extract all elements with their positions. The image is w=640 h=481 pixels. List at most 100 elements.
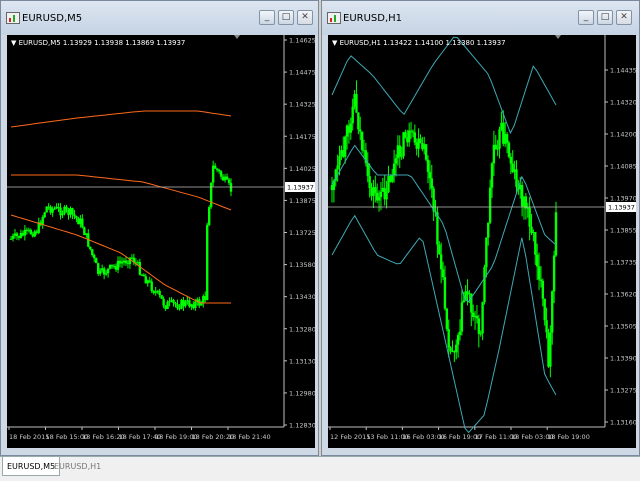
legend-text: EURUSD,M5 1.13929 1.13938 1.13869 1.1393…: [18, 39, 186, 47]
candle-body: [53, 208, 56, 210]
candle-body: [368, 176, 371, 189]
candle-body: [219, 171, 223, 177]
candle-body: [551, 291, 554, 333]
candle-body: [490, 163, 494, 188]
minimize-button[interactable]: _: [578, 10, 594, 25]
candle-body: [138, 262, 142, 275]
candle-body: [351, 106, 354, 124]
candle-body: [215, 168, 219, 170]
maximize-button[interactable]: □: [278, 10, 294, 25]
close-icon: ✕: [301, 12, 309, 22]
candle-body: [174, 302, 177, 305]
candle-body: [458, 331, 462, 336]
candle-body: [409, 130, 413, 132]
candle-body: [485, 237, 488, 268]
candle-body: [150, 281, 153, 291]
price-chart[interactable]: 1.14625 1.14475 1.14325 1.14175 1.14025 1.138…: [7, 35, 315, 448]
title-bar[interactable]: EURUSD,H1 _ □ ✕: [322, 1, 639, 35]
candle-body: [404, 132, 407, 138]
chart-window-eurusd-h1[interactable]: EURUSD,H1 _ □ ✕ 1.14435 1.14320 1.14200 1.1…: [321, 0, 640, 456]
window-title: EURUSD,H1: [343, 13, 403, 24]
price-label: 1.13275: [610, 387, 636, 395]
price-label: 1.13725: [289, 229, 315, 237]
candle-body: [98, 270, 102, 274]
candle-body: [545, 320, 548, 333]
maximize-icon: □: [281, 12, 291, 22]
minimize-icon: _: [583, 12, 589, 22]
price-chart[interactable]: 1.14435 1.14320 1.14200 1.14085 1.13970 1.138…: [328, 35, 636, 448]
candle-body: [515, 169, 518, 187]
price-label: 1.12830: [289, 422, 315, 430]
price-label: 1.14200: [610, 131, 636, 139]
candle-body: [374, 187, 377, 193]
candle-body: [456, 335, 460, 345]
candle-body: [392, 163, 396, 175]
candle-body: [43, 212, 46, 218]
price-label: 1.13855: [610, 227, 636, 235]
candle-body: [426, 159, 430, 172]
price-label: 1.13430: [289, 293, 315, 301]
price-label: 1.13160: [610, 419, 636, 427]
maximize-button[interactable]: □: [597, 10, 613, 25]
candle-body: [438, 244, 441, 255]
candle-body: [9, 238, 13, 240]
candle-body: [349, 123, 353, 133]
window-title: EURUSD,M5: [22, 13, 83, 24]
price-label: 1.13505: [610, 323, 636, 331]
candle-body: [15, 233, 19, 237]
candle-body: [75, 216, 78, 219]
candle-body: [207, 207, 211, 225]
candle-body: [443, 277, 447, 309]
candle-body: [447, 329, 450, 348]
candle-body: [89, 246, 92, 250]
time-label: 18 Feb 2015: [9, 433, 49, 441]
candle-body: [424, 144, 428, 160]
tab-eurusd-h1[interactable]: EURUSD,H1: [50, 457, 105, 476]
candle-body: [509, 156, 513, 164]
candle-body: [554, 212, 558, 256]
candle-body: [445, 308, 449, 330]
price-label: 1.13875: [289, 197, 315, 205]
price-label: 1.14025: [289, 165, 315, 173]
candle-body: [411, 131, 415, 133]
candle-body: [379, 191, 383, 198]
chart-canvas: 1.14435 1.14320 1.14200 1.14085 1.13970 1.138…: [328, 35, 636, 441]
candle-body: [160, 295, 163, 299]
chart-window-icon: [6, 12, 20, 24]
time-label: 18 Feb 21:40: [228, 433, 271, 441]
scroll-marker: [234, 35, 240, 39]
price-label: 1.13130: [289, 357, 315, 365]
candle-body: [541, 280, 545, 299]
candle-body: [543, 298, 546, 321]
minimize-button[interactable]: _: [259, 10, 275, 25]
candle-body: [391, 174, 394, 182]
candle-body: [528, 207, 531, 227]
price-label: 1.13620: [610, 291, 636, 299]
title-bar[interactable]: EURUSD,M5 _ □ ✕: [1, 1, 318, 35]
candle-body: [385, 192, 388, 200]
candle-body: [460, 302, 464, 332]
candle-body: [166, 302, 169, 309]
candle-body: [398, 145, 401, 157]
candle-body: [209, 182, 213, 208]
price-label: 1.14325: [289, 101, 315, 109]
close-button[interactable]: ✕: [297, 10, 313, 25]
candle-body: [507, 142, 511, 157]
chart-window-eurusd-m5[interactable]: EURUSD,M5 _ □ ✕ 1.14625 1.14475 1.14325 1.1…: [0, 0, 319, 456]
close-button[interactable]: ✕: [616, 10, 632, 25]
price-label: 1.12980: [289, 389, 315, 397]
candle-body: [496, 148, 499, 150]
candle-body: [184, 301, 187, 307]
price-label: 1.13280: [289, 325, 315, 333]
close-icon: ✕: [620, 12, 628, 22]
price-label: 1.13580: [289, 261, 315, 269]
candle-body: [194, 301, 197, 309]
candle-body: [483, 267, 486, 303]
candle-body: [413, 132, 417, 143]
candle-body: [120, 262, 124, 264]
candle-body: [419, 138, 422, 143]
candle-body: [481, 302, 484, 334]
price-label: 1.14435: [610, 67, 636, 75]
candle-body: [394, 158, 398, 164]
candle-body: [475, 315, 479, 319]
